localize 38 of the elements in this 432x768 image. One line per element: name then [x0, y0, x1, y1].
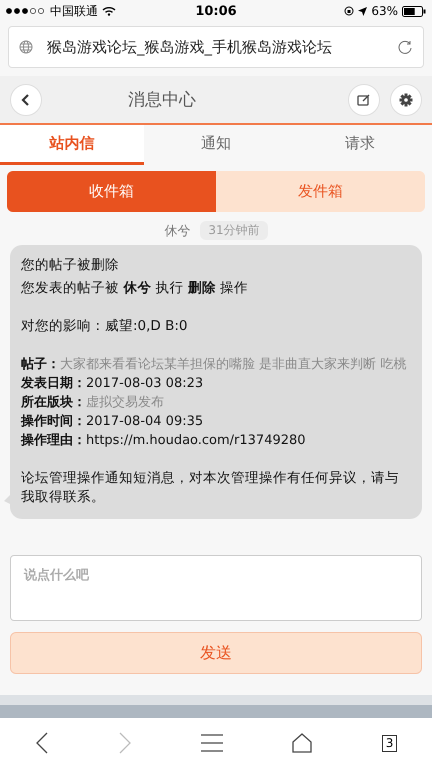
chevron-left-icon	[21, 94, 31, 106]
home-icon[interactable]	[292, 733, 312, 753]
battery-percent: 63%	[371, 4, 398, 18]
sender-name: 休兮	[164, 222, 190, 240]
send-button[interactable]: 发送	[10, 632, 422, 674]
settings-button[interactable]	[390, 84, 422, 116]
signal-icon	[6, 8, 46, 14]
message-time: 31分钟前	[200, 221, 268, 240]
message-text: 您发表的帖子被 休兮 执行 删除 操作	[21, 279, 250, 298]
battery-icon	[402, 6, 426, 16]
rotation-lock-icon	[344, 6, 354, 16]
settings-icon	[399, 92, 413, 106]
carrier-name: 中国联通	[50, 2, 98, 20]
message-subject: 您的帖子被删除	[21, 256, 120, 275]
back-icon[interactable]	[34, 732, 49, 754]
message-text: 对您的影响：威望:0,D B:0	[21, 317, 189, 336]
detail-line: 帖子：大家都来看看论坛某羊担保的嘴脸 是非曲直大家来判断 吃桃	[21, 356, 408, 374]
address-bar[interactable]: 猴岛游戏论坛_猴岛游戏_手机猴岛游戏论坛	[8, 26, 424, 68]
message-text: 论坛管理操作通知短消息，对本次管理操作有任何异议，请与我取得联系。	[21, 469, 400, 507]
detail-line: 操作时间：2017-08-04 09:35	[21, 413, 204, 431]
wifi-icon	[102, 6, 116, 16]
globe-icon	[19, 40, 33, 54]
tab-count[interactable]: 3	[382, 734, 398, 752]
mailbox-tab[interactable]: 收件箱	[7, 171, 216, 212]
page-title: 猴岛游戏论坛_猴岛游戏_手机猴岛游戏论坛	[47, 38, 333, 56]
edit-icon	[357, 92, 371, 106]
location-arrow-icon	[358, 6, 368, 16]
clock-time: 10:06	[195, 4, 237, 18]
reload-icon[interactable]	[397, 39, 413, 55]
menu-icon[interactable]	[201, 734, 224, 752]
header-title: 消息中心	[127, 89, 197, 111]
detail-line: 所在版块：虚拟交易发布	[21, 394, 165, 412]
compose-button[interactable]	[348, 84, 380, 116]
reply-field[interactable]: 说点什么吧	[10, 555, 422, 621]
detail-line: 操作理由：https://m.houdao.com/r13749280	[21, 432, 307, 450]
detail-line: 发表日期：2017-08-03 08:23	[21, 375, 204, 393]
back-button[interactable]	[10, 84, 42, 116]
tab[interactable]: 站内信	[0, 125, 144, 165]
